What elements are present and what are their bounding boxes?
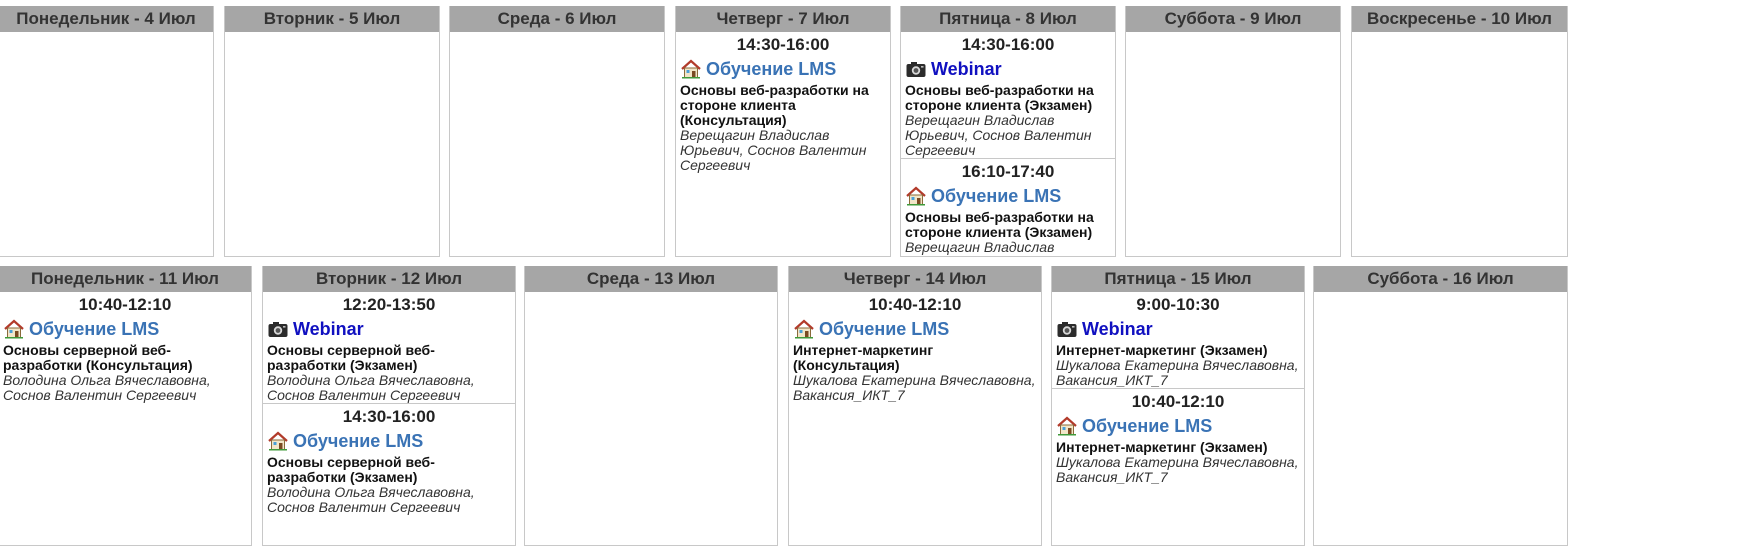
lesson-entry: 12:20-13:50 Webinar Основы серверной веб-р…	[263, 292, 515, 403]
day-header: Четверг - 7 Июл	[676, 6, 890, 32]
house-icon	[905, 186, 927, 206]
lesson-time: 14:30-16:00	[736, 35, 830, 54]
lesson-time: 10:40-12:10	[78, 295, 172, 314]
day-column: Среда - 6 Июл	[449, 6, 665, 257]
lesson-time: 10:40-12:10	[868, 295, 962, 314]
lesson-entry: 14:30-16:00 Обучение LMS Основы веб-разраб…	[676, 32, 890, 173]
lesson-link-row: Обучение LMS	[3, 316, 247, 342]
lesson-teacher: Володина Ольга Вячеславовна, Соснов Вале…	[267, 372, 475, 403]
day-header: Суббота - 16 Июл	[1314, 266, 1567, 292]
day-column: Пятница - 15 Июл 9:00-10:30 Webinar Интерне…	[1051, 266, 1305, 546]
lesson-link-row: Webinar	[905, 56, 1111, 82]
house-icon	[793, 319, 815, 339]
lms-link[interactable]: Обучение LMS	[29, 319, 159, 340]
lms-link[interactable]: Обучение LMS	[1082, 416, 1212, 437]
lesson-entry: 9:00-10:30 Webinar Интернет-маркетинг (Экз…	[1052, 292, 1304, 388]
day-header: Воскресенье - 10 Июл	[1352, 6, 1567, 32]
lms-link[interactable]: Обучение LMS	[293, 431, 423, 452]
lesson-time: 14:30-16:00	[342, 407, 436, 426]
lesson-entry: 10:40-12:10 Обучение LMS Интернет-маркетин…	[789, 292, 1041, 403]
lms-link[interactable]: Обучение LMS	[931, 186, 1061, 207]
lesson-time: 16:10-17:40	[961, 162, 1055, 181]
lesson-link-row: Обучение LMS	[1056, 413, 1300, 439]
lesson-entry: 14:30-16:00 Webinar Основы веб-разработки …	[901, 32, 1115, 158]
lesson-time: 14:30-16:00	[961, 35, 1055, 54]
day-header: Понедельник - 4 Июл	[0, 6, 213, 32]
day-header: Суббота - 9 Июл	[1126, 6, 1340, 32]
lesson-entry: 10:40-12:10 Обучение LMS Интернет-маркетин…	[1052, 388, 1304, 485]
lesson-subject: Основы веб-разработки на стороне клиента…	[680, 82, 869, 128]
day-column: Четверг - 14 Июл 10:40-12:10 Обучение LMS И…	[788, 266, 1042, 546]
lesson-time: 12:20-13:50	[342, 295, 436, 314]
day-header: Четверг - 14 Июл	[789, 266, 1041, 292]
camera-icon	[905, 59, 927, 79]
lesson-link-row: Webinar	[267, 316, 511, 342]
lesson-teacher: Шукалова Екатерина Вячеславовна, Ваканси…	[1056, 357, 1299, 388]
day-column: Четверг - 7 Июл 14:30-16:00 Обучение LMS Ос…	[675, 6, 891, 257]
day-column: Вторник - 5 Июл	[224, 6, 440, 257]
day-column: Воскресенье - 10 Июл	[1351, 6, 1568, 257]
lesson-teacher: Володина Ольга Вячеславовна, Соснов Вале…	[267, 484, 475, 515]
camera-icon	[1056, 319, 1078, 339]
lesson-time: 9:00-10:30	[1136, 295, 1220, 314]
day-header: Понедельник - 11 Июл	[0, 266, 251, 292]
house-icon	[680, 59, 702, 79]
house-icon	[1056, 416, 1078, 436]
lesson-teacher: Верещагин Владислав Юрьевич, Соснов Вале…	[905, 239, 1091, 257]
lesson-subject: Основы веб-разработки на стороне клиента…	[905, 82, 1094, 113]
day-column: Суббота - 16 Июл	[1313, 266, 1568, 546]
lesson-teacher: Верещагин Владислав Юрьевич, Соснов Вале…	[905, 112, 1092, 158]
lesson-teacher: Шукалова Екатерина Вячеславовна, Ваканси…	[1056, 454, 1299, 485]
lesson-teacher: Верещагин Владислав Юрьевич, Соснов Вале…	[680, 127, 867, 173]
lesson-entry: 10:40-12:10 Обучение LMS Основы серверной …	[0, 292, 251, 403]
lesson-subject: Интернет-маркетинг (Экзамен)	[1056, 342, 1268, 358]
lesson-link-row: Обучение LMS	[267, 428, 511, 454]
lesson-subject: Основы серверной веб-разработки (Экзамен…	[267, 454, 435, 485]
lesson-time: 10:40-12:10	[1131, 392, 1225, 411]
house-icon	[267, 431, 289, 451]
lesson-link-row: Webinar	[1056, 316, 1300, 342]
day-header: Вторник - 5 Июл	[225, 6, 439, 32]
lesson-entry: 16:10-17:40 Обучение LMS Основы веб-разраб…	[901, 158, 1115, 257]
lesson-subject: Интернет-маркетинг (Консультация)	[793, 342, 934, 373]
lesson-entry: 14:30-16:00 Обучение LMS Основы серверной …	[263, 403, 515, 515]
day-header: Среда - 13 Июл	[525, 266, 777, 292]
day-column: Понедельник - 11 Июл 10:40-12:10 Обучение …	[0, 266, 252, 546]
day-header: Среда - 6 Июл	[450, 6, 664, 32]
day-header: Пятница - 8 Июл	[901, 6, 1115, 32]
lesson-subject: Основы веб-разработки на стороне клиента…	[905, 209, 1094, 240]
day-column: Суббота - 9 Июл	[1125, 6, 1341, 257]
day-column: Вторник - 12 Июл 12:20-13:50 Webinar Основы…	[262, 266, 516, 546]
lesson-link-row: Обучение LMS	[905, 183, 1111, 209]
lesson-subject: Интернет-маркетинг (Экзамен)	[1056, 439, 1268, 455]
lms-link[interactable]: Обучение LMS	[819, 319, 949, 340]
webinar-link[interactable]: Webinar	[293, 319, 364, 340]
lesson-teacher: Володина Ольга Вячеславовна, Соснов Вале…	[3, 372, 211, 403]
day-column: Пятница - 8 Июл 14:30-16:00 Webinar Основы …	[900, 6, 1116, 257]
lesson-link-row: Обучение LMS	[793, 316, 1037, 342]
day-header: Пятница - 15 Июл	[1052, 266, 1304, 292]
house-icon	[3, 319, 25, 339]
day-header: Вторник - 12 Июл	[263, 266, 515, 292]
lesson-subject: Основы серверной веб-разработки (Консуль…	[3, 342, 193, 373]
lms-link[interactable]: Обучение LMS	[706, 59, 836, 80]
webinar-link[interactable]: Webinar	[1082, 319, 1153, 340]
camera-icon	[267, 319, 289, 339]
lesson-subject: Основы серверной веб-разработки (Экзамен…	[267, 342, 435, 373]
lesson-teacher: Шукалова Екатерина Вячеславовна, Ваканси…	[793, 372, 1036, 403]
webinar-link[interactable]: Webinar	[931, 59, 1002, 80]
day-column: Среда - 13 Июл	[524, 266, 778, 546]
lesson-link-row: Обучение LMS	[680, 56, 886, 82]
day-column: Понедельник - 4 Июл	[0, 6, 214, 257]
